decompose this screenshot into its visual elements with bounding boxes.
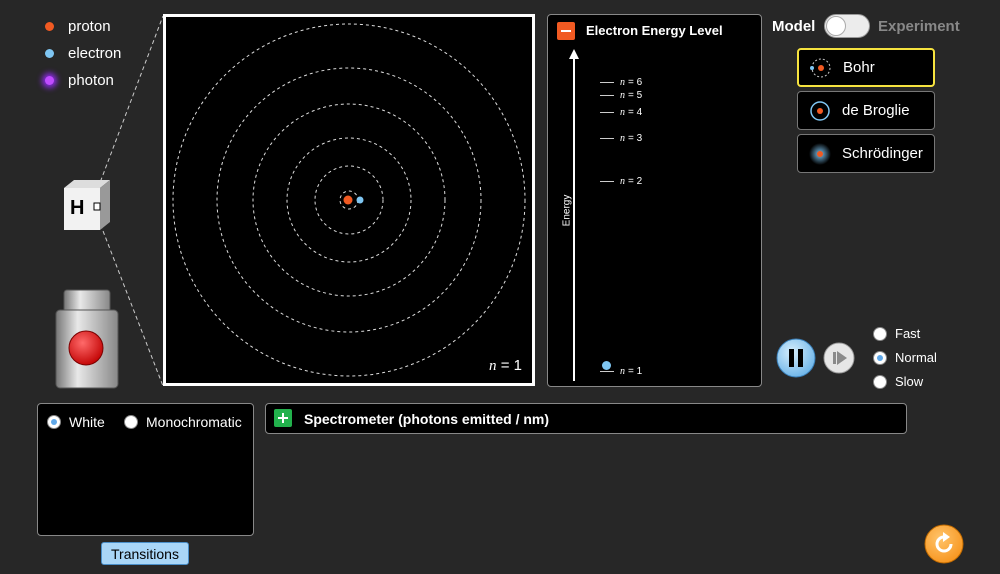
light-control-panel: White Monochromatic — [37, 403, 254, 536]
model-bohr-button[interactable]: Bohr — [797, 48, 935, 87]
model-bohr-label: Bohr — [843, 59, 875, 76]
expand-spectrometer-button[interactable] — [274, 409, 292, 427]
de-broglie-model-icon — [810, 100, 830, 121]
step-icon — [833, 352, 836, 364]
energy-axis-label: Energy — [561, 194, 573, 227]
orbit-rings — [172, 23, 526, 377]
model-experiment-toggle[interactable] — [824, 14, 870, 38]
speed-slow[interactable]: Slow — [873, 374, 923, 389]
transitions-button[interactable]: Transitions — [101, 542, 189, 565]
spectrometer-panel: Spectrometer (photons emitted / nm) — [265, 403, 907, 434]
energy-level-5: n = 5 — [600, 89, 642, 101]
speed-fast-label: Fast — [895, 326, 921, 341]
proton — [343, 195, 353, 205]
speed-normal[interactable]: Normal — [873, 350, 937, 365]
energy-level-panel: Electron Energy Level Energy n = 6 n = 5 n… — [547, 14, 762, 387]
light-mono-label: Monochromatic — [146, 414, 242, 430]
experiment-label: Experiment — [878, 18, 960, 35]
model-de-broglie-button[interactable]: de Broglie — [797, 91, 935, 130]
reset-button[interactable] — [924, 524, 964, 564]
light-white-label: White — [69, 414, 105, 430]
atom-state-label: n = 1 — [489, 357, 522, 374]
energy-level-6: n = 6 — [600, 76, 642, 88]
hydrogen-box — [64, 180, 110, 230]
speed-normal-radio[interactable] — [873, 350, 887, 365]
energy-electron-marker — [602, 361, 611, 370]
bohr-model-icon — [810, 58, 831, 77]
atom-view: n = 1 — [163, 14, 535, 386]
energy-level-4: n = 4 — [600, 106, 642, 118]
toggle-knob — [826, 16, 846, 36]
spectrometer-title: Spectrometer (photons emitted / nm) — [304, 411, 550, 427]
electron — [356, 196, 364, 204]
speed-slow-radio[interactable] — [873, 374, 887, 389]
light-mono-option[interactable]: Monochromatic — [124, 414, 242, 430]
schrodinger-model-icon — [809, 142, 831, 165]
light-white-option[interactable]: White — [47, 414, 105, 430]
model-schrodinger-label: Schrödinger — [842, 145, 923, 162]
pause-icon — [789, 349, 794, 367]
light-white-radio[interactable] — [47, 415, 61, 429]
hydrogen-box-label: H — [70, 197, 85, 219]
collapse-energy-panel-button[interactable] — [557, 22, 575, 40]
fire-button — [68, 330, 104, 366]
pause-button[interactable] — [776, 338, 816, 378]
speed-normal-label: Normal — [895, 350, 937, 365]
speed-fast-radio[interactable] — [873, 326, 887, 341]
model-de-broglie-label: de Broglie — [842, 102, 910, 119]
speed-fast[interactable]: Fast — [873, 326, 920, 341]
step-button[interactable] — [823, 342, 855, 374]
light-mono-radio[interactable] — [124, 415, 138, 429]
model-label: Model — [772, 18, 816, 35]
energy-level-2: n = 2 — [600, 175, 642, 187]
light-gun[interactable] — [54, 288, 120, 390]
model-schrodinger-button[interactable]: Schrödinger — [797, 134, 935, 173]
energy-panel-title: Electron Energy Level — [586, 23, 723, 38]
energy-level-3: n = 3 — [600, 132, 642, 144]
speed-slow-label: Slow — [895, 374, 924, 389]
